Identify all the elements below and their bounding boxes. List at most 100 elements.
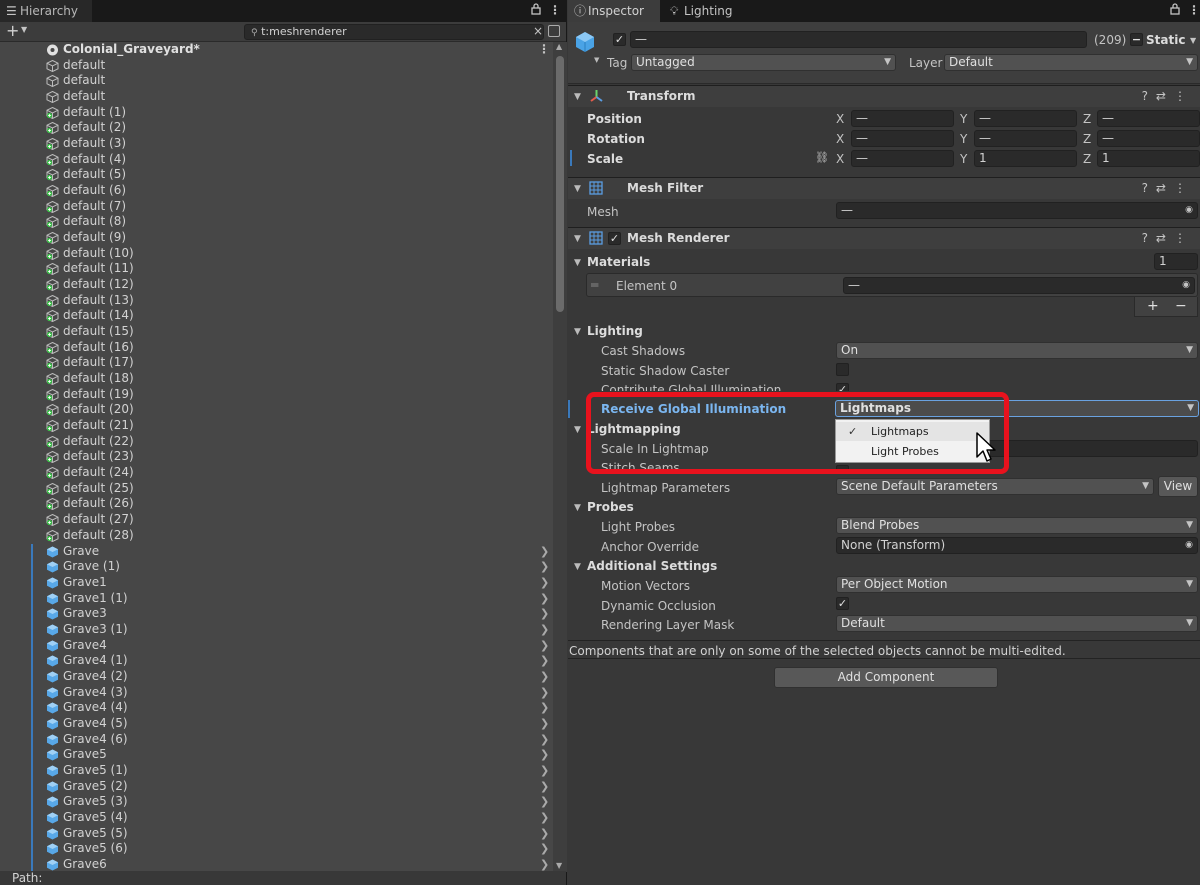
mesh-renderer-enabled-checkbox[interactable]: ✓ — [608, 232, 621, 245]
hierarchy-row[interactable]: default (12) — [0, 277, 553, 293]
chevron-right-icon[interactable]: ❯ — [540, 732, 549, 748]
component-icons[interactable]: ?⇄⋮ — [1142, 231, 1194, 245]
chevron-right-icon[interactable]: ❯ — [540, 826, 549, 842]
chevron-down-icon[interactable]: ▼ — [21, 25, 27, 34]
hierarchy-row[interactable]: default (13) — [0, 293, 553, 309]
hierarchy-row[interactable]: default (25) — [0, 481, 553, 497]
chevron-right-icon[interactable]: ❯ — [540, 857, 549, 872]
scroll-down-icon[interactable]: ▼ — [556, 861, 562, 870]
hierarchy-row[interactable]: Grave ❯ — [0, 543, 553, 560]
lighting-foldout-icon[interactable]: ▼ — [574, 327, 581, 337]
cast-shadows-dropdown[interactable]: On ▼ — [836, 342, 1198, 359]
hierarchy-row[interactable]: Grave5 (1) ❯ — [0, 762, 553, 779]
hierarchy-row[interactable]: default (9) — [0, 230, 553, 246]
chevron-right-icon[interactable]: ❯ — [540, 575, 549, 591]
hierarchy-row[interactable]: default (23) — [0, 449, 553, 465]
anchor-override-field[interactable]: None (Transform) ◉ — [836, 537, 1198, 554]
clear-search-icon[interactable]: × — [533, 24, 543, 38]
tab-inspector[interactable]: ⓘ Inspector — [568, 0, 660, 22]
hierarchy-row[interactable]: Grave1 (1) ❯ — [0, 590, 553, 607]
hierarchy-row[interactable]: default (4) — [0, 152, 553, 168]
chevron-right-icon[interactable]: ❯ — [540, 638, 549, 654]
chevron-right-icon[interactable]: ❯ — [540, 559, 549, 575]
hierarchy-row[interactable]: default (14) — [0, 308, 553, 324]
add-element-button[interactable]: + — [1147, 298, 1159, 314]
hierarchy-row[interactable]: default (2) — [0, 120, 553, 136]
element0-field[interactable]: — ◉ — [843, 277, 1195, 294]
position-z-field[interactable]: — — [1097, 110, 1200, 127]
hierarchy-row[interactable]: default (27) — [0, 512, 553, 528]
hierarchy-row[interactable]: Grave (1) ❯ — [0, 559, 553, 576]
dynamic-occlusion-checkbox[interactable]: ✓ — [836, 597, 849, 610]
materials-count-field[interactable]: 1 — [1154, 253, 1198, 270]
object-name-field[interactable]: — — [630, 31, 1087, 48]
kebab-menu-icon[interactable]: ⋮ — [549, 3, 561, 17]
chevron-right-icon[interactable]: ❯ — [540, 591, 549, 607]
scale-x-field[interactable]: — — [851, 150, 954, 167]
inspector-kebab-icon[interactable]: ⋮ — [1188, 3, 1200, 17]
lightmapping-foldout-icon[interactable]: ▼ — [574, 425, 581, 435]
hierarchy-row[interactable]: default (20) — [0, 402, 553, 418]
tab-lighting[interactable]: 💡︎ Lighting — [664, 0, 754, 22]
object-picker-icon[interactable]: ◉ — [1182, 278, 1190, 293]
hierarchy-row[interactable]: default (15) — [0, 324, 553, 340]
hierarchy-row[interactable]: default (21) — [0, 418, 553, 434]
remove-element-button[interactable]: − — [1175, 298, 1187, 314]
hierarchy-row[interactable]: Grave6 ❯ — [0, 856, 553, 872]
additional-foldout-icon[interactable]: ▼ — [574, 562, 581, 572]
chevron-right-icon[interactable]: ❯ — [540, 794, 549, 810]
hierarchy-row[interactable]: Grave3 ❯ — [0, 606, 553, 623]
link-scale-icon[interactable]: ⛓ — [815, 151, 829, 164]
hierarchy-row[interactable]: default (26) — [0, 496, 553, 512]
chevron-right-icon[interactable]: ❯ — [540, 763, 549, 779]
hierarchy-row[interactable]: default (16) — [0, 340, 553, 356]
hierarchy-row[interactable]: default — [0, 58, 553, 74]
hierarchy-row[interactable]: Grave4 ❯ — [0, 637, 553, 654]
transform-header[interactable]: ▼ Transform ?⇄⋮ — [568, 85, 1200, 107]
chevron-right-icon[interactable]: ❯ — [540, 841, 549, 857]
hierarchy-row[interactable]: Grave3 (1) ❯ — [0, 621, 553, 638]
scroll-up-icon[interactable]: ▲ — [556, 42, 562, 51]
hierarchy-row[interactable]: Grave5 (6) ❯ — [0, 841, 553, 858]
mesh-filter-header[interactable]: ▼ Mesh Filter ?⇄⋮ — [568, 177, 1200, 199]
scrollbar-thumb[interactable] — [556, 56, 564, 312]
hierarchy-row[interactable]: default (1) — [0, 105, 553, 121]
position-y-field[interactable]: — — [974, 110, 1077, 127]
hierarchy-scrollbar[interactable]: ▲ ▼ — [553, 42, 567, 872]
hierarchy-row[interactable]: Grave5 ❯ — [0, 747, 553, 764]
hierarchy-row[interactable]: default (19) — [0, 387, 553, 403]
static-dropdown-icon[interactable]: ▼ — [1190, 36, 1196, 45]
scene-row[interactable]: Colonial_Graveyard* ⋮ — [0, 42, 553, 58]
light-probes-dropdown[interactable]: Blend Probes ▼ — [836, 517, 1198, 534]
chevron-right-icon[interactable]: ❯ — [540, 669, 549, 685]
scale-y-field[interactable]: 1 — [974, 150, 1077, 167]
hierarchy-row[interactable]: Grave5 (4) ❯ — [0, 809, 553, 826]
hierarchy-row[interactable]: default (28) — [0, 528, 553, 544]
object-picker-icon[interactable]: ◉ — [1185, 203, 1193, 218]
hierarchy-row[interactable]: Grave5 (5) ❯ — [0, 825, 553, 842]
icon-dropdown-icon[interactable]: ▼ — [594, 56, 599, 64]
hierarchy-row[interactable]: Grave4 (4) ❯ — [0, 700, 553, 717]
chevron-right-icon[interactable]: ❯ — [540, 544, 549, 560]
hierarchy-row[interactable]: Grave4 (6) ❯ — [0, 731, 553, 748]
drag-handle-icon[interactable]: ═ — [591, 278, 598, 292]
rendering-layer-mask-dropdown[interactable]: Default ▼ — [836, 615, 1198, 632]
hierarchy-row[interactable]: Grave4 (2) ❯ — [0, 668, 553, 685]
view-button[interactable]: View — [1158, 476, 1198, 497]
static-shadow-caster-checkbox[interactable] — [836, 363, 849, 376]
hierarchy-row[interactable]: Grave5 (2) ❯ — [0, 778, 553, 795]
static-checkbox[interactable]: − — [1130, 33, 1143, 46]
lightmap-params-dropdown[interactable]: Scene Default Parameters ▼ — [836, 478, 1154, 495]
component-icons[interactable]: ?⇄⋮ — [1142, 181, 1194, 195]
hierarchy-row[interactable]: default (10) — [0, 246, 553, 262]
materials-foldout-icon[interactable]: ▼ — [574, 258, 581, 268]
hierarchy-row[interactable]: default — [0, 89, 553, 105]
hierarchy-row[interactable]: default (24) — [0, 465, 553, 481]
scene-search-icon[interactable] — [548, 25, 560, 37]
chevron-right-icon[interactable]: ❯ — [540, 685, 549, 701]
hierarchy-row[interactable]: Grave5 (3) ❯ — [0, 794, 553, 811]
hierarchy-row[interactable]: default (7) — [0, 199, 553, 215]
hierarchy-row[interactable]: default (5) — [0, 167, 553, 183]
chevron-right-icon[interactable]: ❯ — [540, 716, 549, 732]
chevron-right-icon[interactable]: ❯ — [540, 810, 549, 826]
